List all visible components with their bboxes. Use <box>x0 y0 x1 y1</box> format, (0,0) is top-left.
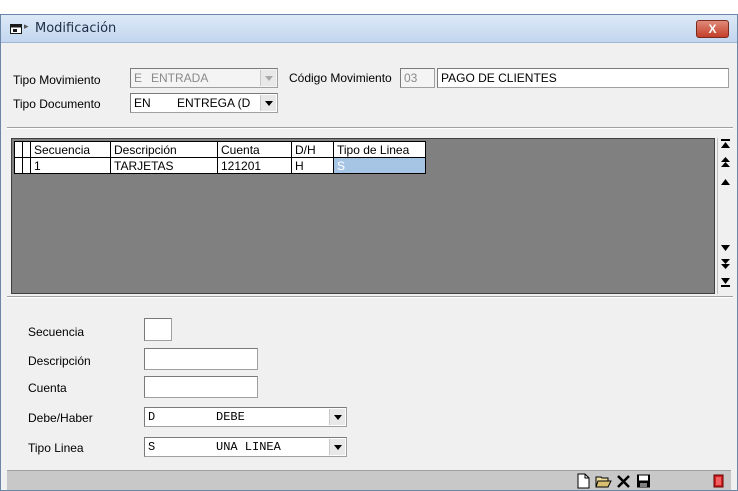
row-indicator-header <box>14 141 23 158</box>
cell-dh[interactable]: H <box>291 157 334 174</box>
down-icon <box>721 245 730 251</box>
table-row[interactable]: 1 TARJETAS 121201 H S <box>14 157 426 174</box>
tipo-linea-select[interactable]: S UNA LINEA <box>144 437 347 457</box>
column-header-descripcion[interactable]: Descripción <box>110 141 218 158</box>
debe-haber-label: Debe/Haber <box>28 411 93 425</box>
chevron-down-icon[interactable] <box>329 439 345 455</box>
chevron-down-icon[interactable] <box>329 409 345 425</box>
column-header-dh[interactable]: D/H <box>291 141 334 158</box>
close-icon: X <box>708 22 717 36</box>
cuenta-label: Cuenta <box>28 381 67 395</box>
secuencia-label: Secuencia <box>28 325 85 339</box>
codigo-movimiento-code-field[interactable]: 03 <box>400 68 435 88</box>
next-page-icon <box>721 259 730 269</box>
column-header-cuenta[interactable]: Cuenta <box>217 141 292 158</box>
codigo-movimiento-label: Código Movimiento <box>289 71 392 85</box>
grid-separator <box>7 296 733 298</box>
lines-grid[interactable]: Secuencia Descripción Cuenta D/H Tipo de… <box>11 138 715 294</box>
debe-haber-code: D <box>148 410 156 424</box>
secuencia-input[interactable] <box>144 318 172 341</box>
grid-table: Secuencia Descripción Cuenta D/H Tipo de… <box>14 141 426 174</box>
window-icon <box>10 24 22 34</box>
descripcion-label: Descripción <box>28 354 91 368</box>
grid-header-row: Secuencia Descripción Cuenta D/H Tipo de… <box>14 141 426 158</box>
first-record-button[interactable] <box>718 138 733 155</box>
cuenta-input[interactable] <box>144 376 258 398</box>
tipo-linea-label: Tipo Linea <box>28 441 84 455</box>
last-record-button[interactable] <box>718 276 733 293</box>
tipo-movimiento-label: Tipo Movimiento <box>13 73 101 87</box>
next-record-button[interactable] <box>718 240 733 257</box>
exit-icon[interactable] <box>710 473 727 489</box>
window-title: Modificación <box>35 21 117 36</box>
tipo-documento-label: Tipo Documento <box>13 97 101 111</box>
debe-haber-value: DEBE <box>216 410 245 424</box>
save-icon[interactable] <box>635 473 652 489</box>
codigo-movimiento-description-field[interactable]: PAGO DE CLIENTES <box>437 68 729 88</box>
first-icon <box>721 139 730 148</box>
tipo-documento-select[interactable]: EN ENTREGA (D <box>130 93 278 113</box>
title-arrow-icon: ▸ <box>24 21 29 31</box>
up-icon <box>721 179 730 185</box>
next-page-button[interactable] <box>718 258 733 275</box>
title-bar: ▸ Modificación X <box>1 15 737 43</box>
tipo-documento-code: EN <box>134 96 151 110</box>
prev-page-icon <box>721 157 730 167</box>
column-header-tipo-linea[interactable]: Tipo de Linea <box>333 141 426 158</box>
row-indicator[interactable] <box>22 157 31 174</box>
toolbar-gap <box>655 473 707 489</box>
tipo-movimiento-code: E <box>134 71 143 85</box>
tipo-linea-code: S <box>148 440 156 454</box>
last-icon <box>721 278 730 287</box>
row-indicator[interactable] <box>14 157 23 174</box>
tipo-movimiento-value: ENTRADA <box>151 71 209 85</box>
cell-descripcion[interactable]: TARJETAS <box>110 157 218 174</box>
tipo-linea-value: UNA LINEA <box>216 440 281 454</box>
descripcion-input[interactable] <box>144 348 258 370</box>
previous-record-button[interactable] <box>718 174 733 191</box>
tipo-movimiento-select[interactable]: E ENTRADA <box>130 68 278 88</box>
grid-navigator <box>717 138 733 294</box>
tipo-documento-value: ENTREGA (D <box>177 96 251 110</box>
cell-cuenta[interactable]: 121201 <box>217 157 292 174</box>
row-indicator-header <box>22 141 31 158</box>
header-separator <box>7 127 733 129</box>
delete-icon[interactable] <box>615 473 632 489</box>
debe-haber-select[interactable]: D DEBE <box>144 407 347 427</box>
bottom-toolbar <box>7 470 731 490</box>
column-header-secuencia[interactable]: Secuencia <box>30 141 111 158</box>
cell-tipo-linea[interactable]: S <box>333 157 426 174</box>
modification-window: ▸ Modificación X Tipo Movimiento E ENTRA… <box>0 14 738 491</box>
top-strip <box>0 0 738 14</box>
chevron-down-icon[interactable] <box>260 70 276 86</box>
new-document-icon[interactable] <box>575 473 592 489</box>
open-folder-icon[interactable] <box>595 473 612 489</box>
chevron-down-icon[interactable] <box>260 95 276 111</box>
cell-secuencia[interactable]: 1 <box>30 157 111 174</box>
previous-page-button[interactable] <box>718 156 733 173</box>
close-button[interactable]: X <box>696 20 729 38</box>
